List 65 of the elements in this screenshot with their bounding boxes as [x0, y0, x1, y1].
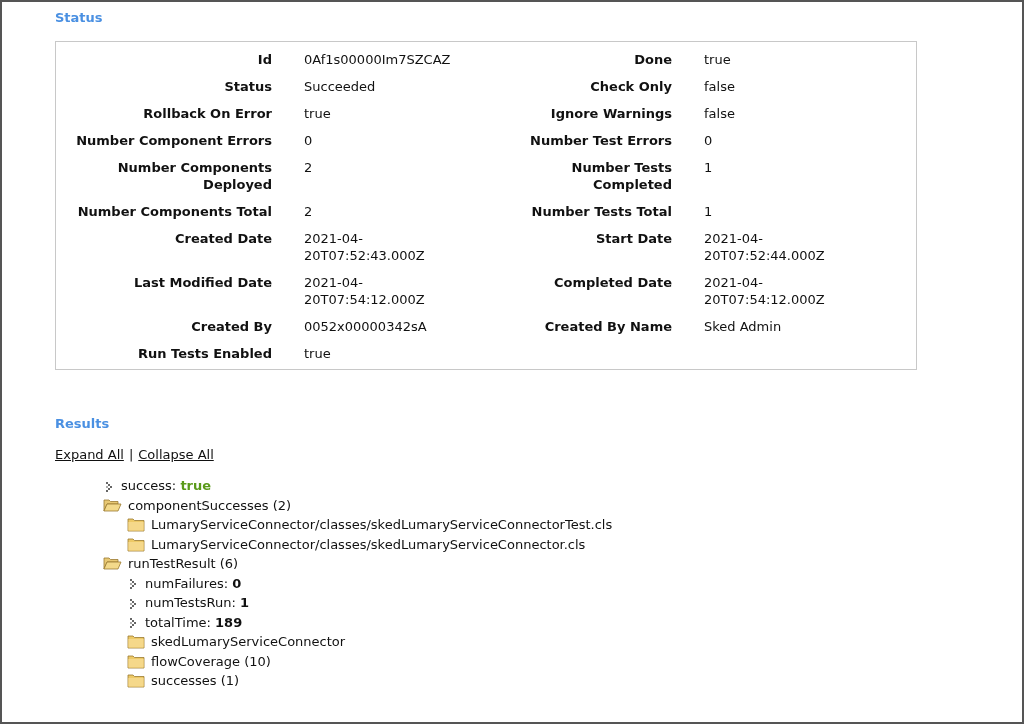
tree-item: numTestsRun: 1 [145, 595, 249, 611]
collapse-all-link[interactable]: Collapse All [138, 447, 214, 462]
field-value: 1 [704, 203, 714, 221]
field-value: 2021-04-20T07:52:44.000Z [704, 230, 826, 265]
field-value: false [704, 78, 736, 96]
tree-folder-label[interactable]: LumaryServiceConnector/classes/skedLumaryServiceConnectorTest.cls [151, 517, 613, 533]
field-label: Start Date [594, 230, 673, 248]
field-value: 2 [304, 203, 314, 221]
field-value: false [704, 105, 736, 123]
field-label: Created By [190, 318, 273, 336]
folder-icon[interactable] [127, 517, 145, 533]
section-heading: Status [55, 10, 104, 25]
field-label: Number Component Errors [75, 132, 273, 150]
field-value: 2021-04-20T07:54:12.000Z [304, 274, 426, 309]
field-value: Succeeded [304, 78, 377, 96]
field-value: true [304, 105, 332, 123]
tree-item: success: true [121, 478, 212, 494]
field-label: Id [256, 51, 273, 69]
dotted-arrow-icon [127, 577, 139, 590]
field-label: Number Tests Total [530, 203, 673, 221]
dotted-arrow-icon [127, 596, 139, 609]
dotted-arrow-icon [127, 616, 139, 629]
tree-folder-label[interactable]: componentSuccesses (2) [128, 497, 292, 513]
field-label: Number Components Deployed [116, 159, 273, 194]
field-value: true [304, 345, 332, 363]
folder-icon[interactable] [127, 634, 145, 650]
tree-item: totalTime: 189 [145, 614, 243, 630]
folder-icon[interactable] [127, 536, 145, 552]
field-label: Completed Date [552, 274, 673, 292]
field-value: true [704, 51, 732, 69]
field-label: Number Test Errors [529, 132, 673, 150]
tree-folder-label[interactable]: LumaryServiceConnector/classes/skedLumaryServiceConnector.cls [151, 536, 586, 552]
tree-folder-label[interactable]: successes (1) [151, 673, 240, 689]
field-label: Number Tests Completed [570, 159, 673, 194]
folder-icon[interactable] [127, 673, 145, 689]
field-label: Last Modified Date [132, 274, 273, 292]
field-value: 0 [304, 132, 314, 150]
field-label: Done [633, 51, 673, 69]
tree-folder-label[interactable]: runTestResult (6) [128, 556, 239, 572]
open-folder-icon[interactable] [103, 556, 122, 572]
tree-folder-label[interactable]: flowCoverage (10) [151, 653, 271, 669]
field-value: 2021-04-20T07:52:43.000Z [304, 230, 426, 265]
field-label: Run Tests Enabled [137, 345, 273, 363]
dotted-arrow-icon [103, 479, 115, 492]
folder-icon[interactable] [127, 653, 145, 669]
field-value: 2021-04-20T07:54:12.000Z [704, 274, 826, 309]
link-separator: | [128, 447, 134, 462]
field-value: 0 [704, 132, 714, 150]
field-value: 2 [304, 159, 314, 177]
open-folder-icon[interactable] [103, 497, 122, 513]
section-heading: Results [55, 416, 111, 431]
field-label: Status [223, 78, 273, 96]
field-value: 0Af1s00000Im7SZCAZ [304, 51, 452, 69]
tree-folder-label[interactable]: skedLumaryServiceConnector [151, 634, 346, 650]
field-label: Check Only [589, 78, 673, 96]
field-label: Ignore Warnings [549, 105, 673, 123]
expand-all-link[interactable]: Expand All [55, 447, 124, 462]
field-value: 1 [704, 159, 714, 177]
field-label: Created Date [174, 230, 273, 248]
tree-item: numFailures: 0 [145, 575, 242, 591]
field-value: 0052x00000342sA [304, 318, 428, 336]
field-value: Sked Admin [704, 318, 783, 336]
field-label: Number Components Total [76, 203, 273, 221]
field-label: Created By Name [543, 318, 673, 336]
field-label: Rollback On Error [142, 105, 273, 123]
